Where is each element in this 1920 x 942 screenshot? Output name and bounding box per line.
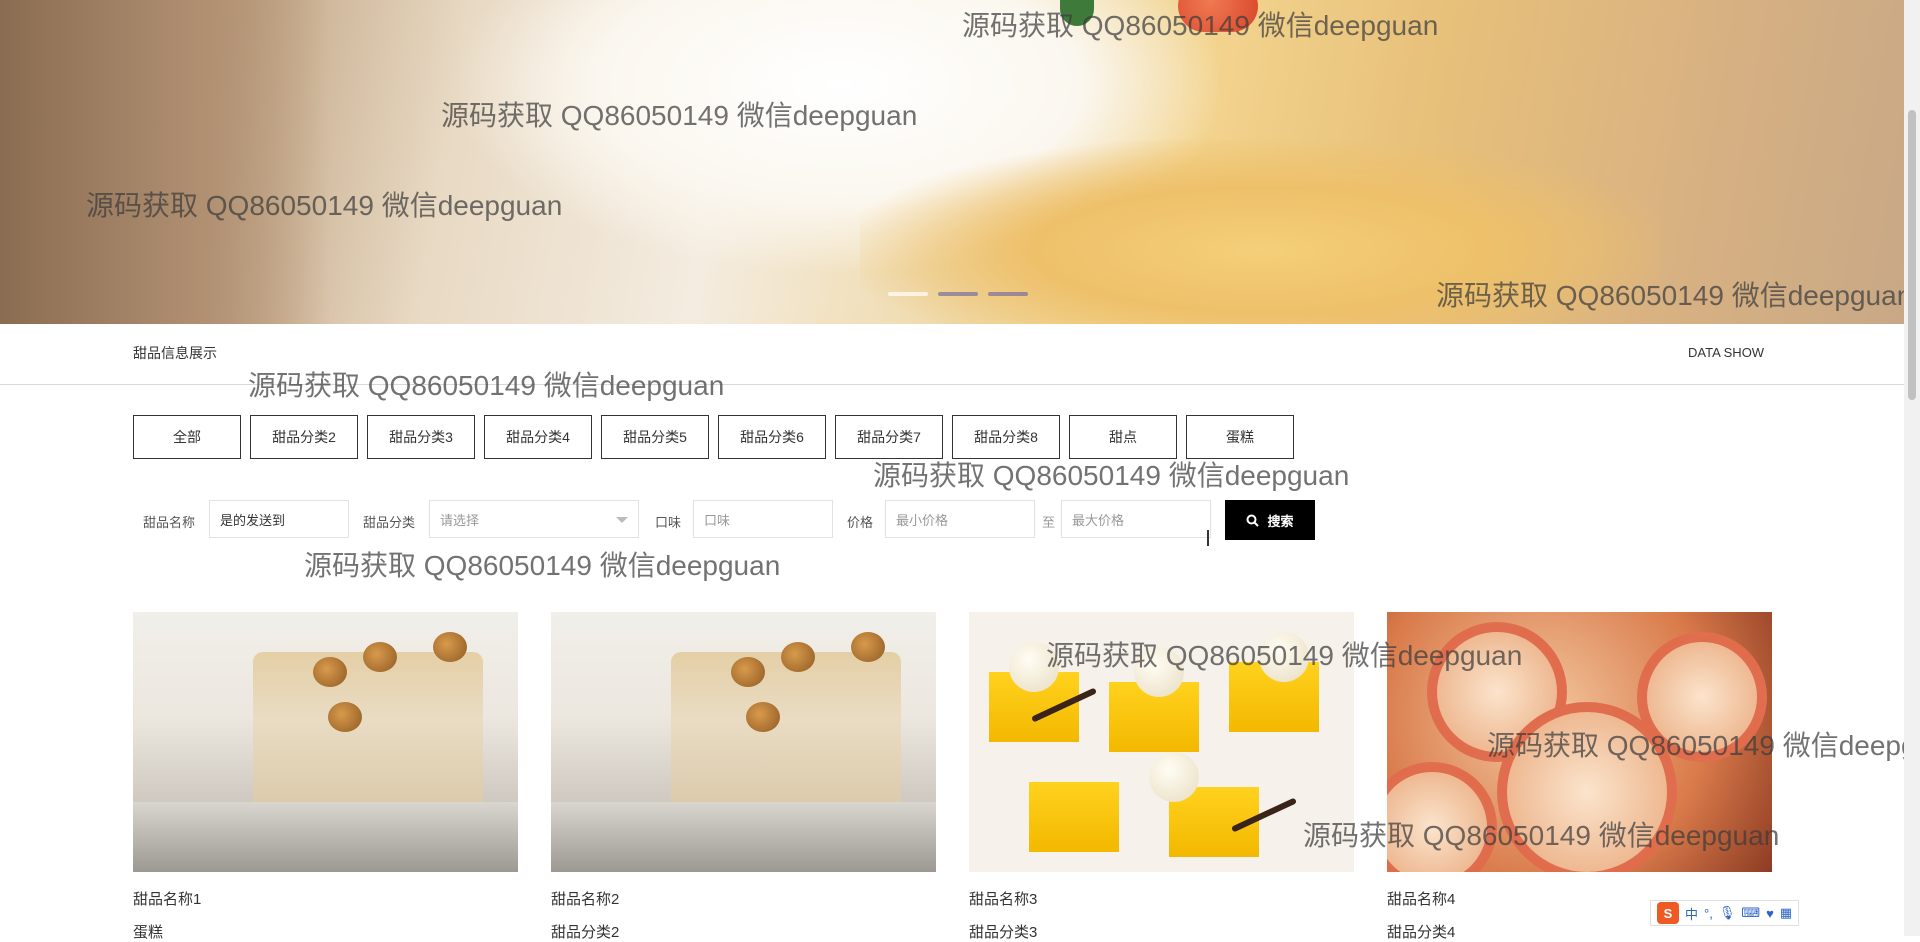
keyboard-icon[interactable]: ⌨: [1741, 905, 1760, 921]
taste-label: 口味: [655, 515, 682, 530]
banner-image-cake: [860, 140, 1660, 324]
category-button[interactable]: 甜品分类5: [601, 415, 709, 459]
product-category: 甜品分类2: [551, 924, 620, 941]
category-button[interactable]: 甜品分类8: [952, 415, 1060, 459]
section-subtitle: DATA SHOW: [1688, 345, 1765, 360]
product-image[interactable]: [551, 612, 936, 872]
price-range-separator: 至: [1042, 515, 1056, 530]
search-icon: [1246, 514, 1260, 527]
product-name[interactable]: 甜品名称3: [969, 888, 1354, 909]
mic-icon[interactable]: 🎙: [1719, 905, 1736, 921]
category-button[interactable]: 甜点: [1069, 415, 1177, 459]
category-button-all[interactable]: 全部: [133, 415, 241, 459]
watermark: 源码获取 QQ86050149 微信deepguan: [304, 550, 781, 581]
decoration: [1134, 647, 1184, 697]
cake-slice-shape: [671, 652, 901, 822]
decoration: [851, 632, 885, 662]
category-button[interactable]: 甜品分类7: [835, 415, 943, 459]
product-name[interactable]: 甜品名称1: [133, 888, 518, 909]
section-divider: [0, 384, 1904, 385]
plate-shape: [551, 802, 936, 872]
text-cursor: [1207, 530, 1209, 546]
decoration: [1029, 782, 1119, 852]
name-input[interactable]: 是的发送到: [209, 500, 349, 538]
grid-icon[interactable]: ▦: [1780, 905, 1792, 921]
decoration: [1009, 642, 1059, 692]
carousel-dot-active[interactable]: [938, 292, 978, 296]
max-price-input[interactable]: 最大价格: [1061, 500, 1211, 538]
category-button[interactable]: 甜品分类2: [250, 415, 358, 459]
product-grid: 甜品名称1 蛋糕 甜品名称2 甜品分类2 甜品名称3 甜品分类3 甜品名称4 甜…: [133, 612, 1772, 942]
decoration: [731, 657, 765, 687]
category-select-placeholder: 请选择: [440, 512, 480, 528]
hero-banner[interactable]: [0, 0, 1904, 324]
scrollbar-thumb[interactable]: [1908, 110, 1916, 400]
decoration: [1259, 632, 1309, 682]
decoration: [363, 642, 397, 672]
category-label: 甜品分类: [363, 515, 416, 530]
product-card[interactable]: 甜品名称3 甜品分类3: [969, 612, 1354, 942]
product-image[interactable]: [133, 612, 518, 872]
decoration: [313, 657, 347, 687]
ime-toolbar: S 中 °, 🎙 ⌨ ♥ ▦: [1650, 900, 1800, 926]
product-card[interactable]: 甜品名称1 蛋糕: [133, 612, 518, 942]
skin-icon[interactable]: ♥: [1766, 906, 1774, 921]
decoration: [1387, 762, 1497, 872]
vertical-scrollbar[interactable]: [1904, 0, 1920, 936]
category-button[interactable]: 甜品分类4: [484, 415, 592, 459]
product-card[interactable]: 甜品名称4 甜品分类4: [1387, 612, 1772, 942]
search-button-label: 搜索: [1267, 513, 1294, 529]
cake-slice-shape: [253, 652, 483, 822]
decoration: [1637, 632, 1767, 762]
ime-mode-toggle[interactable]: 中: [1685, 904, 1698, 923]
taste-input[interactable]: 口味: [693, 500, 833, 538]
name-label: 甜品名称: [143, 515, 196, 530]
carousel-dot[interactable]: [888, 292, 928, 296]
category-button[interactable]: 蛋糕: [1186, 415, 1294, 459]
min-price-input[interactable]: 最小价格: [885, 500, 1035, 538]
decoration: [328, 702, 362, 732]
category-button[interactable]: 甜品分类6: [718, 415, 826, 459]
product-image[interactable]: [969, 612, 1354, 872]
category-filter-bar: 全部 甜品分类2 甜品分类3 甜品分类4 甜品分类5 甜品分类6 甜品分类7 甜…: [133, 415, 1294, 459]
search-button[interactable]: 搜索: [1225, 500, 1315, 540]
product-category: 甜品分类3: [969, 924, 1038, 941]
plate-shape: [133, 802, 518, 872]
watermark: 源码获取 QQ86050149 微信deepguan: [873, 460, 1350, 491]
section-title: 甜品信息展示: [133, 345, 217, 361]
decoration: [781, 642, 815, 672]
category-select[interactable]: 请选择: [429, 500, 639, 538]
product-card[interactable]: 甜品名称2 甜品分类2: [551, 612, 936, 942]
product-category: 蛋糕: [133, 924, 164, 941]
decoration: [433, 632, 467, 662]
carousel-indicators: [888, 292, 1028, 296]
chevron-down-icon: [616, 517, 628, 523]
banner-image-strawberry: [1178, 0, 1258, 32]
carousel-dot[interactable]: [988, 292, 1028, 296]
banner-image-shade: [0, 0, 330, 324]
category-button[interactable]: 甜品分类3: [367, 415, 475, 459]
decoration: [746, 702, 780, 732]
search-form: 甜品名称 是的发送到 甜品分类 请选择 口味 口味 价格 最小价格 至 最大价格…: [0, 500, 1904, 540]
product-image[interactable]: [1387, 612, 1772, 872]
price-label: 价格: [847, 515, 874, 530]
sogou-logo-icon[interactable]: S: [1657, 902, 1679, 924]
ime-punct-toggle[interactable]: °,: [1704, 906, 1713, 921]
product-name[interactable]: 甜品名称2: [551, 888, 936, 909]
decoration: [1149, 752, 1199, 802]
